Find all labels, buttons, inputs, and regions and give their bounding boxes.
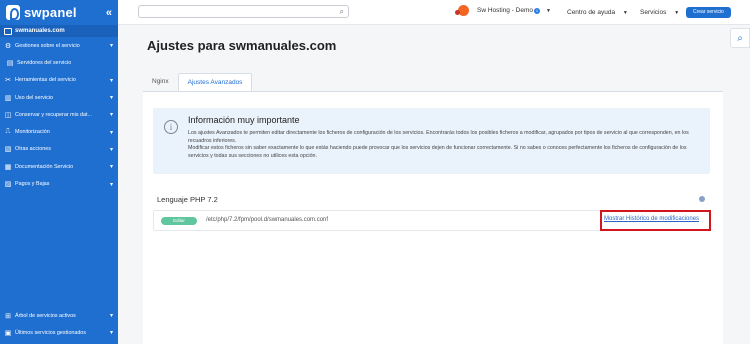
account-menu[interactable]: Sw Hosting - Demo 1 ▼ <box>455 5 551 16</box>
collapse-sidebar-icon[interactable]: « <box>106 7 112 19</box>
chevron-down-icon: ▾ <box>109 43 113 50</box>
chevron-down-icon: ▾ <box>109 95 113 102</box>
info-text-line: Modificar estos ficheros sin saber exact… <box>188 145 687 160</box>
tree-icon: ⊞ <box>5 312 11 320</box>
services-menu[interactable]: Servicios ▼ <box>640 9 679 16</box>
tab-ajustes-avanzados[interactable]: Ajustes Avanzados <box>177 73 253 91</box>
sidebar-item[interactable]: ▤ Servidores del servicio <box>0 54 118 71</box>
usage-icon: ▥ <box>4 94 12 102</box>
tab-nginx[interactable]: Nginx <box>143 73 178 91</box>
page-title-prefix: Ajustes para <box>147 38 226 53</box>
create-service-button[interactable]: Crear servicio <box>686 7 731 18</box>
chevron-down-icon: ▾ <box>109 77 113 84</box>
config-file-path: /etc/php/7.2/fpm/pool.d/swmanuales.com.c… <box>206 217 329 223</box>
sidebar-item-ultimos-servicios[interactable]: ▣ Últimos servicios gestionados ▾ <box>0 324 118 341</box>
gear-icon: ⚙ <box>4 42 12 50</box>
caret-down-icon: ▼ <box>622 10 628 16</box>
sidebar-item-label: Monitorización <box>15 129 50 136</box>
info-text-line: Los ajustes Avanzados te permiten editar… <box>188 130 689 144</box>
sidebar-item-label: Conservar y recuperar mis dat... <box>15 111 92 118</box>
caret-down-icon: ▼ <box>674 10 680 16</box>
sidebar-domain-label: swmanuales.com <box>15 28 65 34</box>
help-center-label: Centro de ayuda <box>567 9 616 16</box>
chevron-down-icon: ▾ <box>109 313 113 320</box>
tools-icon: ✂ <box>5 77 11 85</box>
sidebar-item-label: Pagos y Bajas <box>15 181 50 188</box>
document-icon: ▦ <box>4 163 12 171</box>
history-icon: ▣ <box>4 329 12 337</box>
sidebar-item-label: Uso del servicio <box>15 94 54 101</box>
services-label: Servicios <box>640 9 667 16</box>
backup-icon: ◫ <box>4 111 12 119</box>
sidebar-item-label: Gestiones sobre el servicio <box>15 42 80 49</box>
notification-badge: 1 <box>534 7 540 14</box>
sidebar-item[interactable]: ⎍ Monitorización ▾ <box>0 123 118 140</box>
chevron-down-icon: ▾ <box>109 112 113 119</box>
chevron-down-icon: ▾ <box>109 181 113 188</box>
monitor-icon: ⎍ <box>5 128 11 136</box>
sidebar-item-label: Documentación Servicio <box>15 163 74 170</box>
caret-down-icon: ▼ <box>546 7 551 14</box>
php-section-title: Lenguaje PHP 7.2 <box>157 195 218 204</box>
sidebar: swpanel « swmanuales.com ⚙ Gestiones sobr… <box>0 0 118 344</box>
edit-button[interactable]: Editar <box>161 217 197 225</box>
chevron-down-icon: ▾ <box>109 146 113 153</box>
actions-icon: ▧ <box>4 146 12 154</box>
brand: swpanel « <box>0 0 118 25</box>
sidebar-item-label: Árbol de servicios activos <box>15 312 76 319</box>
page-title: Ajustes para swmanuales.com <box>147 38 336 53</box>
sidebar-item-label: Otras acciones <box>15 146 51 153</box>
settings-tabs: Nginx Ajustes Avanzados <box>143 73 253 91</box>
sidebar-item[interactable]: ▥ Uso del servicio ▾ <box>0 89 118 106</box>
section-options-icon[interactable] <box>699 196 705 202</box>
info-text: Los ajustes Avanzados te permiten editar… <box>188 130 703 161</box>
info-icon: i <box>164 120 178 134</box>
swpanel-logo-icon <box>6 5 20 20</box>
page-title-domain: swmanuales.com <box>228 38 337 53</box>
search-icon[interactable]: ⌕ <box>340 7 344 17</box>
search-input[interactable] <box>139 12 329 24</box>
sidebar-item[interactable]: ▨ Pagos y Bajas ▾ <box>0 175 118 192</box>
chevron-down-icon: ▾ <box>109 164 113 171</box>
payment-icon: ▨ <box>4 181 12 189</box>
server-icon: ▤ <box>6 59 14 67</box>
info-box: i Información muy importante Los ajustes… <box>153 108 710 174</box>
side-search-tool-icon[interactable]: ⌕ <box>730 28 750 48</box>
help-center-menu[interactable]: Centro de ayuda ▼ <box>567 9 628 16</box>
sidebar-item[interactable]: ▦ Documentación Servicio ▾ <box>0 158 118 175</box>
sidebar-item-label: Servidores del servicio <box>17 59 72 66</box>
chevron-down-icon: ▾ <box>109 129 113 136</box>
sidebar-item[interactable]: ◫ Conservar y recuperar mis dat... ▾ <box>0 106 118 123</box>
sidebar-item-label: Herramientas del servicio <box>15 77 76 84</box>
domain-icon <box>4 27 12 35</box>
avatar <box>455 5 469 16</box>
brand-name: swpanel <box>24 5 77 20</box>
sidebar-domain[interactable]: swmanuales.com <box>0 25 118 37</box>
sidebar-item-arbol-servicios[interactable]: ⊞ Árbol de servicios activos ▾ <box>0 307 118 324</box>
chevron-down-icon: ▾ <box>109 330 113 337</box>
highlight-box <box>600 210 711 231</box>
sidebar-item[interactable]: ⚙ Gestiones sobre el servicio ▾ <box>0 37 118 54</box>
sidebar-item[interactable]: ▧ Otras acciones ▾ <box>0 141 118 158</box>
search-box: ⌕ <box>138 5 349 24</box>
topbar: ⌕ Sw Hosting - Demo 1 ▼ Centro de ayuda … <box>118 0 750 25</box>
sidebar-item[interactable]: ✂ Herramientas del servicio ▾ <box>0 72 118 89</box>
sidebar-item-label: Últimos servicios gestionados <box>15 329 87 336</box>
info-title: Información muy importante <box>188 115 300 125</box>
account-name: Sw Hosting - Demo <box>477 7 533 14</box>
